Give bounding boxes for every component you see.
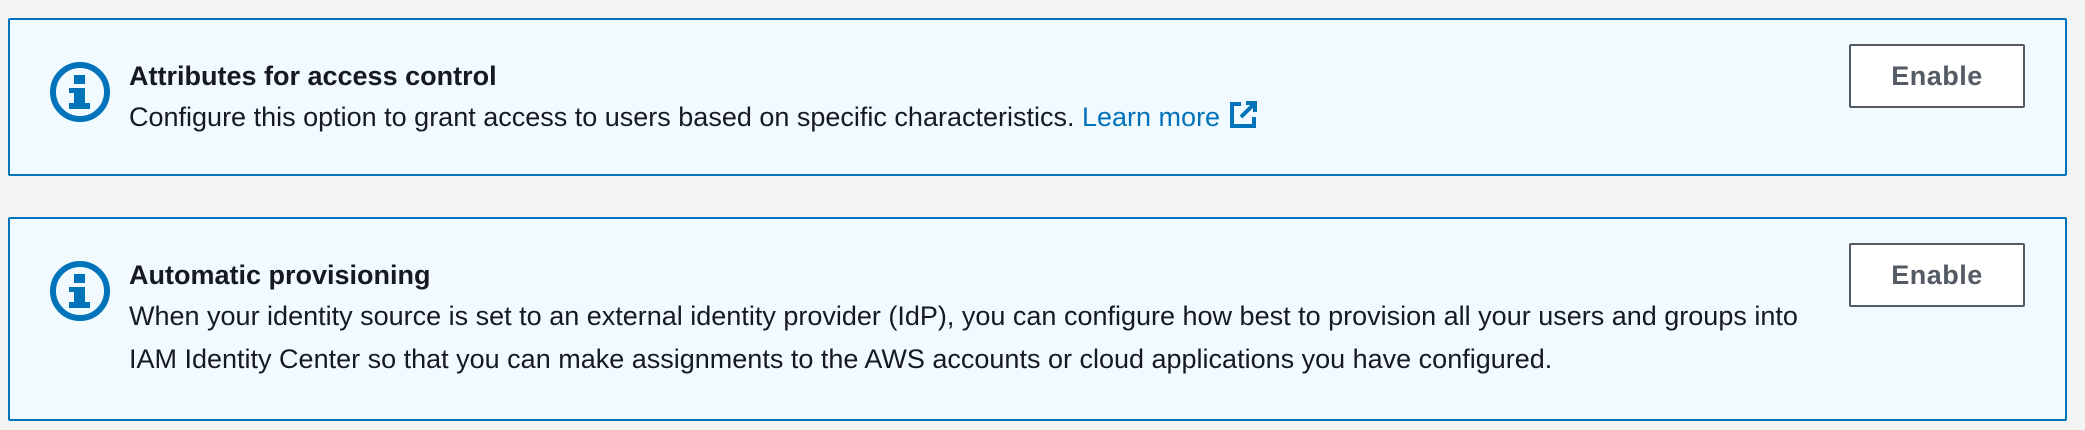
alert-message: When your identity source is set to an e… <box>129 301 1798 374</box>
info-icon <box>48 60 112 124</box>
enable-button[interactable]: Enable <box>1849 243 2025 307</box>
alert-attributes-for-access-control: Attributes for access control Configure … <box>8 18 2067 176</box>
enable-button[interactable]: Enable <box>1849 44 2025 108</box>
learn-more-link[interactable]: Learn more <box>1082 100 1258 132</box>
alert-message-text: Configure this option to grant access to… <box>129 102 1075 132</box>
alert-title: Attributes for access control <box>129 61 497 91</box>
external-link-icon <box>1228 100 1258 130</box>
alert-automatic-provisioning: Automatic provisioning When your identit… <box>8 217 2067 421</box>
alert-title: Automatic provisioning <box>129 260 431 290</box>
learn-more-label: Learn more <box>1082 102 1221 132</box>
alert-content: Automatic provisioning When your identit… <box>129 255 1805 381</box>
alert-content: Attributes for access control Configure … <box>129 56 2005 139</box>
alert-message: Configure this option to grant access to… <box>129 96 2005 139</box>
info-icon <box>48 259 112 323</box>
